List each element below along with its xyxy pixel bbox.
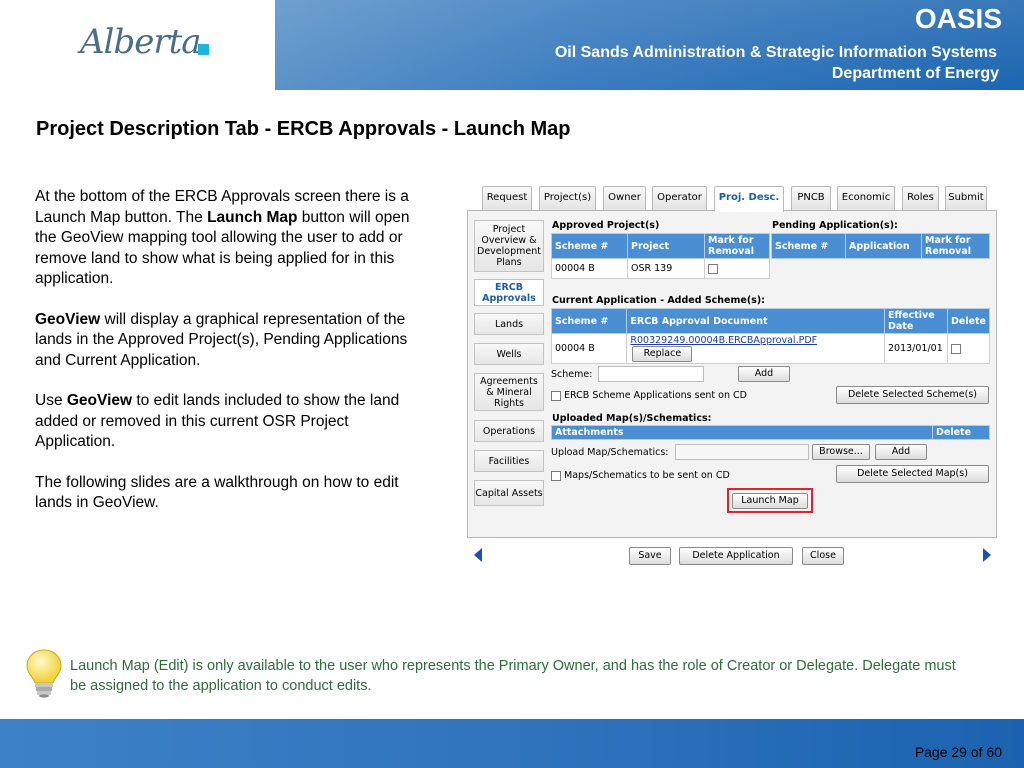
current-application-title: Current Application - Added Scheme(s): xyxy=(552,295,765,306)
col-header: Delete xyxy=(932,425,990,440)
tab-panel: Project Overview & Development Plans ERC… xyxy=(467,210,997,538)
oasis-banner: OASIS Oil Sands Administration & Strateg… xyxy=(275,0,1024,90)
cell-scheme: 00004 B xyxy=(550,333,628,364)
current-application-table: Scheme # ERCB Approval Document Effectiv… xyxy=(550,308,991,364)
banner-department: Department of Energy xyxy=(831,65,999,82)
col-header: Delete xyxy=(946,308,991,334)
side-item-lands[interactable]: Lands xyxy=(474,313,544,335)
note-text: Launch Map (Edit) is only available to t… xyxy=(70,658,956,694)
col-header: Application xyxy=(845,233,922,259)
cell-project: OSR 139 xyxy=(627,258,705,279)
col-header: Scheme # xyxy=(771,233,846,259)
side-item-agreements[interactable]: Agreements & Mineral Rights xyxy=(474,373,544,411)
tab-owner[interactable]: Owner xyxy=(603,186,646,210)
cell-scheme: 00004 B xyxy=(551,258,628,279)
side-item-capital-assets[interactable]: Capital Assets xyxy=(474,480,544,506)
body-text: At the bottom of the ERCB Approvals scre… xyxy=(35,187,420,534)
col-header: Mark for Removal xyxy=(921,233,990,259)
delete-selected-maps-button[interactable]: Delete Selected Map(s) xyxy=(836,465,989,483)
maps-cd-option: Maps/Schematics to be sent on CD xyxy=(551,470,730,481)
cell-document: R00329249.00004B.ERCBApproval.PDF Replac… xyxy=(626,333,885,364)
tab-request[interactable]: Request xyxy=(482,186,532,210)
table-row: 00004 B R00329249.00004B.ERCBApproval.PD… xyxy=(550,333,991,364)
cell-delete xyxy=(946,333,991,364)
mark-removal-checkbox[interactable] xyxy=(708,263,718,274)
launch-map-button[interactable]: Launch Map xyxy=(732,493,808,509)
tab-submit[interactable]: Submit xyxy=(945,186,987,210)
side-item-wells[interactable]: Wells xyxy=(474,343,544,365)
delete-selected-schemes-button[interactable]: Delete Selected Scheme(s) xyxy=(836,386,989,404)
cell-mark xyxy=(704,258,770,279)
paragraph-1: At the bottom of the ERCB Approvals scre… xyxy=(35,187,420,290)
ercb-cd-label: ERCB Scheme Applications sent on CD xyxy=(564,390,747,401)
col-header: Project xyxy=(627,233,705,259)
browse-button[interactable]: Browse... xyxy=(812,444,870,460)
side-item-ercb-approvals[interactable]: ERCB Approvals xyxy=(474,279,544,306)
scheme-label: Scheme: xyxy=(551,369,593,380)
close-button[interactable]: Close xyxy=(802,547,844,565)
approved-projects-title: Approved Project(s) xyxy=(552,220,660,231)
side-item-facilities[interactable]: Facilities xyxy=(474,450,544,472)
delete-application-button[interactable]: Delete Application xyxy=(679,547,793,565)
bold-text: GeoView xyxy=(35,310,101,328)
table-row: 00004 B OSR 139 xyxy=(551,258,770,279)
replace-button[interactable]: Replace xyxy=(632,346,693,362)
tab-proj-desc[interactable]: Proj. Desc. xyxy=(714,186,784,212)
save-button[interactable]: Save xyxy=(629,547,671,565)
alberta-logo: Alberta xyxy=(0,0,275,90)
add-map-button[interactable]: Add xyxy=(875,444,927,460)
approved-projects-table: Scheme # Project Mark for Removal 00004 … xyxy=(551,233,770,279)
banner-title: OASIS xyxy=(914,3,1002,34)
approval-document-link[interactable]: R00329249.00004B.ERCBApproval.PDF xyxy=(630,335,817,346)
logo-square-icon xyxy=(198,44,209,55)
col-header: Scheme # xyxy=(550,308,628,334)
header: Alberta OASIS Oil Sands Administration &… xyxy=(0,0,1024,90)
scheme-input[interactable] xyxy=(598,366,704,382)
footer-bar xyxy=(0,719,1024,768)
alberta-logo-text: Alberta xyxy=(80,22,201,62)
col-header: Attachments xyxy=(551,425,933,440)
tab-economic[interactable]: Economic xyxy=(837,186,895,210)
maps-cd-label: Maps/Schematics to be sent on CD xyxy=(564,470,730,481)
lightbulb-icon xyxy=(26,649,62,698)
tab-roles[interactable]: Roles xyxy=(902,186,939,210)
tab-projects[interactable]: Project(s) xyxy=(539,186,596,210)
tab-operator[interactable]: Operator xyxy=(652,186,707,210)
upload-file-input[interactable] xyxy=(675,444,809,460)
app-screenshot: Request Project(s) Owner Operator Proj. … xyxy=(467,186,999,540)
add-scheme-button[interactable]: Add xyxy=(738,366,790,382)
banner-subtitle: Oil Sands Administration & Strategic Inf… xyxy=(554,44,997,61)
pending-applications-title: Pending Application(s): xyxy=(772,220,898,231)
page-number: Page 29 of 60 xyxy=(914,744,1002,760)
ercb-cd-checkbox[interactable] xyxy=(551,390,561,401)
text: Use xyxy=(35,392,67,409)
col-header: Effective Date xyxy=(883,308,948,334)
maps-cd-checkbox[interactable] xyxy=(551,470,561,481)
cell-date: 2013/01/01 xyxy=(883,333,948,364)
paragraph-4: The following slides are a walkthrough o… xyxy=(35,473,399,512)
previous-arrow-icon[interactable] xyxy=(474,548,482,562)
bold-text: Launch Map xyxy=(207,208,298,226)
side-item-project-overview[interactable]: Project Overview & Development Plans xyxy=(474,220,544,272)
col-header: Mark for Removal xyxy=(704,233,770,259)
uploaded-maps-title: Uploaded Map(s)/Schematics: xyxy=(552,413,712,424)
col-header: Scheme # xyxy=(551,233,628,259)
side-item-operations[interactable]: Operations xyxy=(474,420,544,442)
ercb-cd-option: ERCB Scheme Applications sent on CD xyxy=(551,390,747,401)
delete-checkbox[interactable] xyxy=(950,343,961,354)
next-arrow-icon[interactable] xyxy=(983,548,991,562)
col-header: ERCB Approval Document xyxy=(626,308,885,334)
paragraph-3: Use GeoView to edit lands included to sh… xyxy=(35,391,420,453)
tab-pncb[interactable]: PNCB xyxy=(791,186,831,210)
paragraph-2: GeoView will display a graphical represe… xyxy=(35,310,420,372)
uploaded-maps-table: Attachments Delete xyxy=(551,425,990,440)
slide-title: Project Description Tab - ERCB Approvals… xyxy=(36,118,571,140)
pending-applications-table: Scheme # Application Mark for Removal xyxy=(771,233,990,259)
upload-label: Upload Map/Schematics: xyxy=(551,447,669,458)
bold-text: GeoView xyxy=(66,392,133,409)
